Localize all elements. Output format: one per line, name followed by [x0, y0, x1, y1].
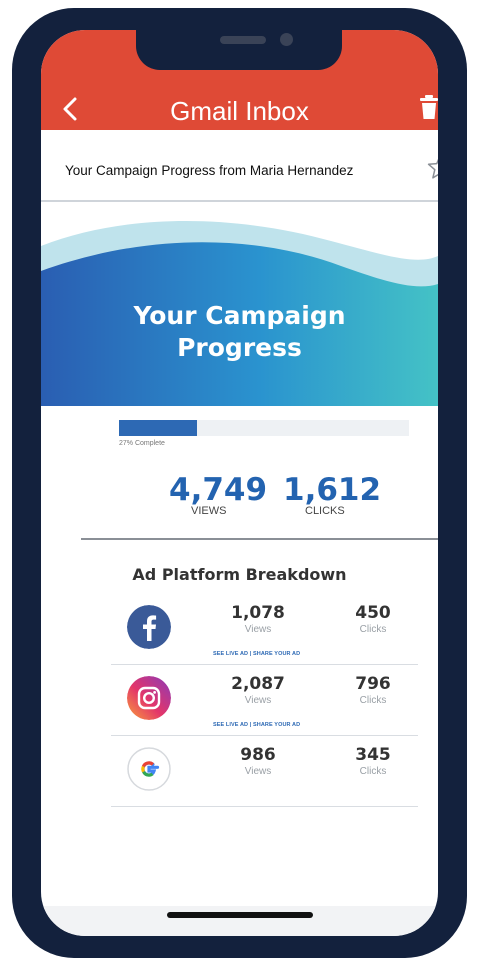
total-clicks-value: 1,612 — [283, 472, 382, 508]
subject-divider — [41, 200, 438, 202]
platform-row-facebook: 1,078 Views 450 Clicks SEE LIVE AD | SHA… — [111, 599, 418, 665]
section-divider — [81, 538, 438, 540]
google-clicks-value: 345 — [355, 745, 391, 765]
star-icon[interactable] — [427, 154, 438, 180]
facebook-ad-links[interactable]: SEE LIVE AD | SHARE YOUR AD — [213, 651, 300, 657]
row-separator — [111, 735, 418, 736]
progress-label: 27% Complete — [119, 440, 165, 447]
facebook-views-label: Views — [244, 624, 272, 635]
front-camera — [280, 33, 293, 46]
phone-screen: Gmail Inbox Your Campaign Progress from … — [41, 30, 438, 936]
banner-title-line1: Your Campaign — [133, 301, 346, 330]
progress-bar — [119, 420, 409, 436]
instagram-views-value: 2,087 — [231, 674, 285, 694]
facebook-views-value: 1,078 — [231, 603, 285, 623]
total-views-value: 4,749 — [169, 472, 268, 508]
total-clicks-label: CLICKS — [305, 505, 345, 517]
google-views-label: Views — [244, 766, 272, 777]
phone-notch — [136, 30, 342, 70]
speaker-grille — [220, 36, 266, 44]
facebook-clicks-value: 450 — [355, 603, 391, 623]
breakdown-title: Ad Platform Breakdown — [132, 565, 347, 584]
facebook-icon — [127, 605, 171, 649]
platform-row-google: 986 Views 345 Clicks — [111, 741, 418, 807]
google-clicks-label: Clicks — [359, 766, 387, 777]
instagram-ad-links[interactable]: SEE LIVE AD | SHARE YOUR AD — [213, 722, 300, 728]
row-separator — [111, 806, 418, 807]
instagram-views-label: Views — [244, 695, 272, 706]
bottom-bar — [41, 906, 438, 936]
row-separator — [111, 664, 418, 665]
google-views-value: 986 — [240, 745, 276, 765]
facebook-clicks-label: Clicks — [359, 624, 387, 635]
phone-frame: Gmail Inbox Your Campaign Progress from … — [12, 8, 467, 958]
platform-row-instagram: 2,087 Views 796 Clicks SEE LIVE AD | SHA… — [111, 670, 418, 736]
instagram-clicks-label: Clicks — [359, 695, 387, 706]
progress-bar-fill — [119, 420, 198, 436]
instagram-icon — [127, 676, 171, 720]
email-subject: Your Campaign Progress from Maria Hernan… — [65, 163, 354, 178]
page-title: Gmail Inbox — [170, 96, 309, 126]
total-views-label: VIEWS — [191, 505, 227, 517]
google-icon — [127, 747, 171, 791]
instagram-clicks-value: 796 — [355, 674, 391, 694]
home-indicator[interactable] — [167, 912, 313, 918]
trash-icon[interactable] — [419, 94, 438, 120]
banner-title: Your Campaign Progress — [41, 300, 438, 364]
banner-title-line2: Progress — [177, 333, 302, 362]
